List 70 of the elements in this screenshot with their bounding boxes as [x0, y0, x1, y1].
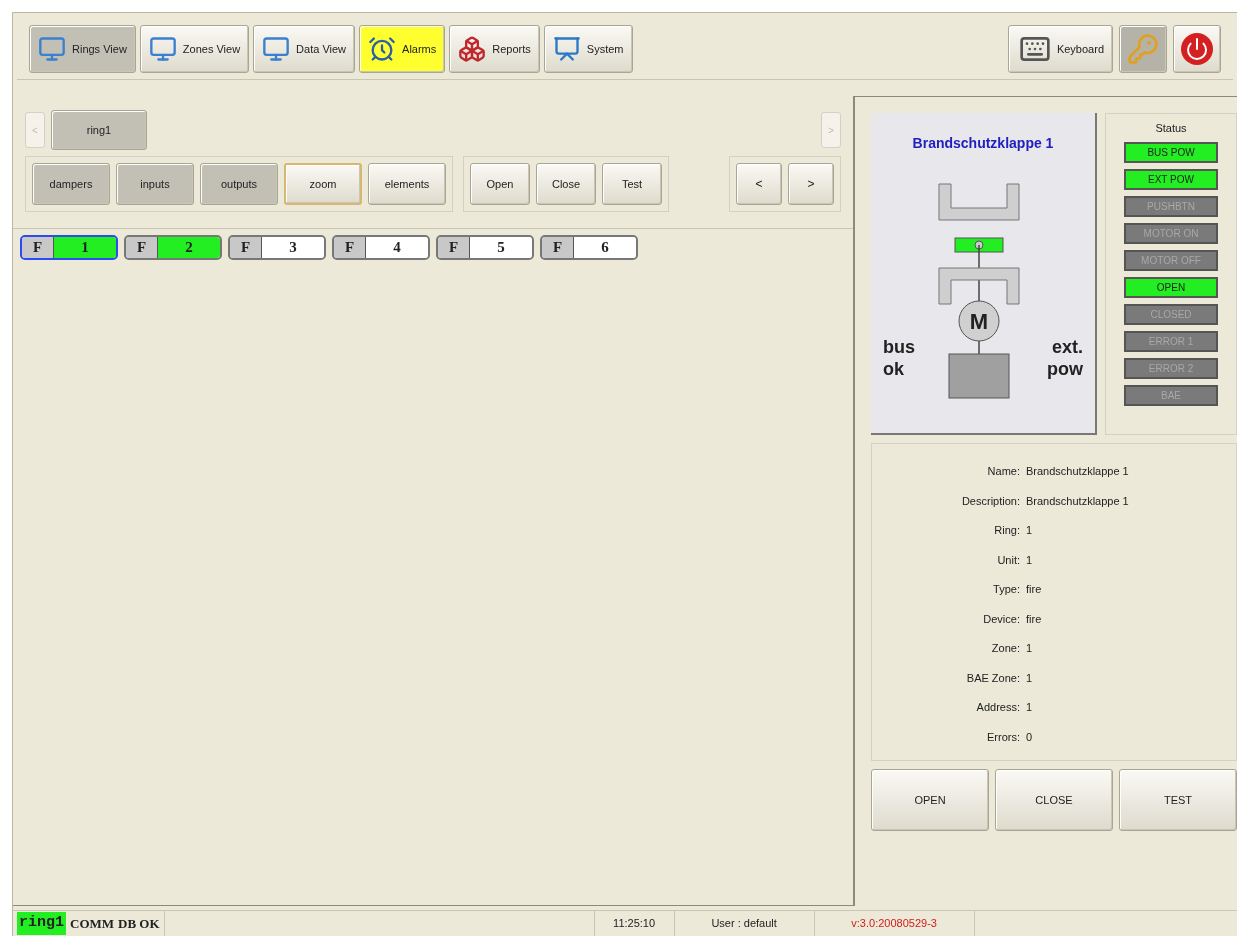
- action-button[interactable]: Test: [602, 163, 662, 205]
- detail-label: Errors:: [986, 729, 1020, 745]
- view-button[interactable]: elements: [368, 163, 446, 205]
- detail-label: Type:: [992, 582, 1020, 597]
- view-button[interactable]: dampers: [32, 163, 110, 205]
- device-action-button[interactable]: OPEN: [871, 769, 989, 831]
- detail-value: Brandschutzklappe 1: [1026, 464, 1130, 479]
- view-button[interactable]: inputs: [116, 163, 194, 205]
- detail-value: 1: [1026, 700, 1034, 715]
- motor-label: M: [969, 309, 989, 334]
- keys-icon: [1127, 33, 1159, 65]
- page-button[interactable]: >: [788, 163, 834, 205]
- detail-label: Description:: [960, 493, 1020, 509]
- monitor-icon: [148, 35, 177, 63]
- nav-tab[interactable]: Data View: [253, 25, 356, 73]
- ring-tab[interactable]: ring1: [51, 110, 147, 150]
- power-icon: [1181, 33, 1213, 65]
- detail-label: Address:: [975, 700, 1020, 715]
- detail-label: Device:: [982, 611, 1020, 627]
- view-button[interactable]: zoom: [284, 163, 362, 205]
- status-title: Status: [1155, 121, 1187, 136]
- nav-tab[interactable]: Zones View: [139, 25, 250, 73]
- device-action-button[interactable]: TEST: [1119, 769, 1237, 831]
- damper-chip[interactable]: F 3: [228, 235, 326, 260]
- comm-status: COMM: [70, 914, 115, 933]
- damper-chip[interactable]: F 5: [436, 235, 534, 260]
- ring-status: ring1: [17, 912, 66, 935]
- db-status: DB OK: [118, 914, 160, 933]
- status-indicator: BUS POW: [1124, 141, 1218, 163]
- damper-chip[interactable]: F 1: [20, 235, 118, 260]
- detail-value: fire: [1026, 582, 1043, 597]
- nav-tab[interactable]: System: [543, 25, 633, 73]
- frame-icon: [552, 35, 581, 63]
- detail-value: 1: [1026, 641, 1034, 656]
- user-text: User : default: [674, 911, 815, 936]
- monitor-icon: [262, 35, 291, 63]
- detail-value: 1: [1026, 523, 1034, 538]
- status-indicator: OPEN: [1124, 276, 1218, 298]
- detail-label: Ring:: [993, 523, 1020, 538]
- damper-chip[interactable]: F 6: [540, 235, 638, 260]
- damper-chip[interactable]: F 4: [332, 235, 430, 260]
- version-text: v:3.0:20080529-3: [814, 911, 975, 936]
- power-label: ext. pow: [1046, 336, 1083, 380]
- power-button[interactable]: [1173, 25, 1221, 73]
- nav-tab[interactable]: Alarms: [359, 25, 446, 73]
- detail-label: Name:: [986, 464, 1020, 479]
- clock-text: 11:25:10: [594, 911, 675, 936]
- damper-chip[interactable]: F 2: [124, 235, 222, 260]
- keyboard-button[interactable]: Keyboard: [1007, 25, 1113, 73]
- detail-value: 0: [1026, 729, 1034, 745]
- status-indicator: EXT POW: [1124, 168, 1218, 190]
- device-title: Brandschutzklappe 1: [912, 134, 1054, 153]
- detail-label: BAE Zone:: [965, 670, 1020, 686]
- detail-value: fire: [1026, 611, 1043, 627]
- view-button[interactable]: outputs: [200, 163, 278, 205]
- detail-label: Unit:: [996, 552, 1020, 568]
- cubes-icon: [458, 35, 487, 63]
- monitor-icon: [38, 35, 66, 63]
- detail-label: Zone:: [990, 641, 1020, 656]
- nav-tab[interactable]: Rings View: [29, 25, 136, 73]
- action-button[interactable]: Open: [470, 163, 530, 205]
- action-button[interactable]: Close: [536, 163, 596, 205]
- page-button[interactable]: <: [736, 163, 782, 205]
- alarm-clock-icon: [368, 35, 397, 63]
- detail-value: 1: [1026, 670, 1034, 686]
- bus-label: bus ok: [883, 336, 916, 380]
- detail-value: 1: [1026, 552, 1034, 568]
- nav-tab[interactable]: Reports: [449, 25, 540, 73]
- detail-value: Brandschutzklappe 1: [1026, 493, 1130, 509]
- device-action-button[interactable]: CLOSE: [995, 769, 1113, 831]
